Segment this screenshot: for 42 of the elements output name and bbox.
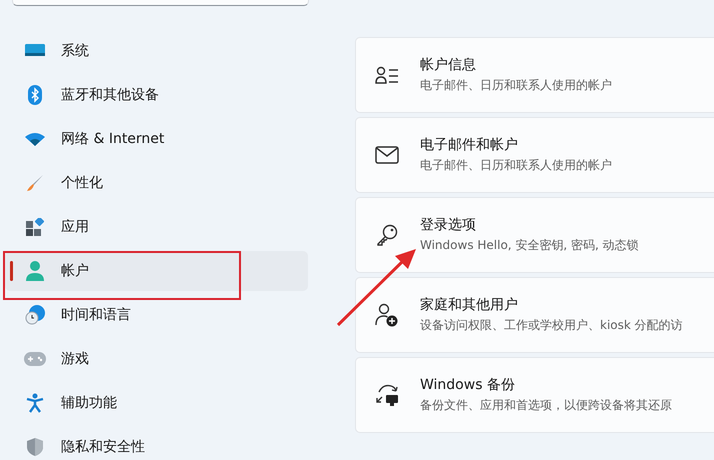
person-add-icon <box>375 303 399 327</box>
key-icon <box>376 224 398 246</box>
nav-item[interactable]: 隐私和安全性 <box>5 427 308 460</box>
monitor-icon <box>25 44 45 58</box>
nav-item[interactable]: 辅助功能 <box>5 383 308 423</box>
card-description: 设备访问权限、工作或学校用户、kiosk 分配的访 <box>420 317 683 334</box>
search-field[interactable] <box>12 0 309 6</box>
nav-item[interactable]: 个性化 <box>5 163 308 203</box>
card-description: 备份文件、应用和首选项，以便跨设备将其还原 <box>420 397 672 414</box>
card-description: Windows Hello, 安全密钥, 密码, 动态锁 <box>420 237 639 254</box>
person-list-icon <box>375 66 399 84</box>
settings-card[interactable]: 帐户信息 电子邮件、日历和联系人使用的帐户 <box>355 37 714 113</box>
card-title: 电子邮件和帐户 <box>420 136 519 154</box>
settings-card[interactable]: 登录选项 Windows Hello, 安全密钥, 密码, 动态锁 <box>355 197 714 273</box>
bluetooth-icon <box>28 85 42 105</box>
card-title: 登录选项 <box>420 216 477 234</box>
nav-item[interactable]: 应用 <box>5 207 308 247</box>
person-icon <box>26 261 44 281</box>
card-title: 家庭和其他用户 <box>420 296 519 314</box>
nav-item[interactable]: 网络 & Internet <box>5 119 308 159</box>
gamepad-icon <box>24 352 46 366</box>
accessibility-icon <box>26 393 44 413</box>
globe-clock-icon <box>25 305 45 325</box>
paintbrush-icon <box>26 174 44 192</box>
sync-monitor-icon <box>375 384 399 406</box>
apps-icon <box>26 218 44 236</box>
card-title: 帐户信息 <box>420 56 477 74</box>
nav-item[interactable]: 系统 <box>5 31 308 71</box>
selection-indicator <box>10 261 13 281</box>
card-description: 电子邮件、日历和联系人使用的帐户 <box>420 77 612 94</box>
shield-icon <box>27 438 43 456</box>
card-description: 电子邮件、日历和联系人使用的帐户 <box>420 157 612 174</box>
settings-card[interactable]: 家庭和其他用户 设备访问权限、工作或学校用户、kiosk 分配的访 <box>355 277 714 353</box>
card-title: Windows 备份 <box>420 376 516 394</box>
nav-item[interactable]: 时间和语言 <box>5 295 308 335</box>
wifi-icon <box>25 132 45 146</box>
nav-item[interactable]: 蓝牙和其他设备 <box>5 75 308 115</box>
settings-card[interactable]: Windows 备份 备份文件、应用和首选项，以便跨设备将其还原 <box>355 357 714 433</box>
settings-card[interactable]: 电子邮件和帐户 电子邮件、日历和联系人使用的帐户 <box>355 117 714 193</box>
envelope-icon <box>375 146 399 164</box>
nav-item[interactable]: 游戏 <box>5 339 308 379</box>
nav-item[interactable]: 帐户 <box>5 251 308 291</box>
